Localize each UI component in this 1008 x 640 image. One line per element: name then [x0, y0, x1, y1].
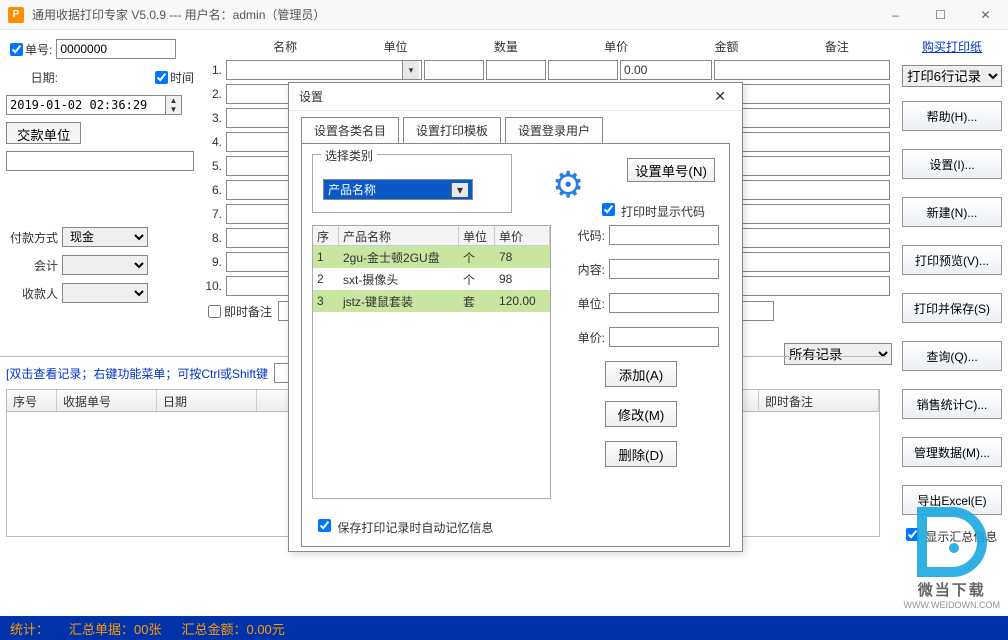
product-table[interactable]: 序 产品名称 单位 单价 12gu-金士顿2GU盘个782sxt-摄像头个983…	[312, 225, 551, 499]
settings-dialog: 设置 ✕ 设置各类名目 设置打印模板 设置登录用户 选择类别 产品名称 ⚙ 设置…	[288, 82, 743, 552]
category-legend: 选择类别	[321, 147, 377, 164]
show-summary-checkbox[interactable]	[906, 528, 919, 541]
rec-col-num: 收据单号	[57, 390, 157, 411]
status-label: 统计：	[10, 619, 49, 638]
category-select[interactable]: 产品名称	[323, 179, 473, 200]
buy-paper-link[interactable]: 购买打印纸	[902, 38, 1002, 55]
save-memory-checkbox[interactable]	[318, 519, 331, 532]
content-input[interactable]	[609, 259, 719, 279]
number-label: 单号:	[25, 41, 52, 58]
col-note: 备注	[782, 38, 892, 55]
pay-method-select[interactable]: 现金	[62, 227, 148, 247]
payee-label: 收款人	[6, 285, 58, 302]
help-button[interactable]: 帮助(H)...	[902, 101, 1002, 131]
title: 通用收据打印专家 V5.0.9 --- 用户名：admin（管理员）	[32, 6, 325, 23]
right-panel: 购买打印纸 打印6行记录 帮助(H)... 设置(I)... 新建(N)... …	[896, 30, 1008, 578]
product-row[interactable]: 12gu-金士顿2GU盘个78	[313, 246, 550, 268]
col-amount: 金额	[671, 38, 781, 55]
app-icon: P	[8, 7, 24, 23]
query-button[interactable]: 查询(Q)...	[902, 341, 1002, 371]
unit-input[interactable]	[424, 60, 484, 80]
pt-col-name: 产品名称	[339, 226, 459, 245]
content-label: 内容:	[565, 261, 605, 278]
titlebar: P 通用收据打印专家 V5.0.9 --- 用户名：admin（管理员） – ☐…	[0, 0, 1008, 30]
status-bar: 统计： 汇总单据：00张 汇总金额：0.00元	[0, 616, 1008, 640]
unit-input[interactable]	[609, 293, 719, 313]
grid-header: 名称 单位 数量 单价 金额 备注	[204, 38, 892, 55]
pay-method-label: 付款方式	[6, 229, 58, 246]
tab-items[interactable]: 设置各类名目	[301, 117, 399, 143]
price-label: 单价:	[565, 329, 605, 346]
dialog-title: 设置	[299, 88, 323, 105]
dialog-close-icon[interactable]: ✕	[708, 86, 732, 107]
time-label: 时间	[170, 69, 194, 86]
delete-button[interactable]: 删除(D)	[605, 441, 677, 467]
pt-col-seq: 序	[313, 226, 339, 245]
maximize-icon[interactable]: ☐	[918, 0, 963, 30]
gear-icon: ⚙	[552, 164, 584, 206]
note-input[interactable]	[714, 60, 890, 80]
product-row[interactable]: 3jstz-键鼠套装套120.00	[313, 290, 550, 312]
name-combo[interactable]	[226, 60, 422, 80]
add-button[interactable]: 添加(A)	[605, 361, 677, 387]
rec-col-date: 日期	[157, 390, 257, 411]
set-number-button[interactable]: 设置单号(N)	[627, 158, 715, 182]
payer-input[interactable]	[6, 151, 194, 171]
minimize-icon[interactable]: –	[873, 0, 918, 30]
accountant-select[interactable]	[62, 255, 148, 275]
instant-note-checkbox[interactable]	[208, 305, 221, 318]
price-input[interactable]	[548, 60, 618, 80]
payer-button[interactable]: 交款单位	[6, 122, 81, 144]
pt-col-unit: 单位	[459, 226, 495, 245]
status-amount: 汇总金额：0.00元	[181, 619, 284, 638]
print-save-button[interactable]: 打印并保存(S)	[902, 293, 1002, 323]
export-excel-button[interactable]: 导出Excel(E)	[902, 485, 1002, 515]
number-input[interactable]	[56, 39, 176, 59]
date-spinner[interactable]: ▲▼	[166, 95, 182, 115]
payee-select[interactable]	[62, 283, 148, 303]
manage-data-button[interactable]: 管理数据(M)...	[902, 437, 1002, 467]
time-checkbox[interactable]	[155, 71, 168, 84]
show-code-checkbox[interactable]	[602, 203, 615, 216]
col-name: 名称	[230, 38, 340, 55]
modify-button[interactable]: 修改(M)	[605, 401, 677, 427]
save-memory-label: 保存打印记录时自动记忆信息	[337, 521, 493, 535]
code-input[interactable]	[609, 225, 719, 245]
qty-input[interactable]	[486, 60, 546, 80]
show-code-label: 打印时显示代码	[621, 205, 705, 219]
price-input[interactable]	[609, 327, 719, 347]
pt-col-price: 单价	[495, 226, 550, 245]
rec-col-note: 即时备注	[759, 390, 879, 411]
date-input[interactable]	[6, 95, 166, 115]
show-summary-label: 显示汇总信息	[925, 530, 997, 544]
new-button[interactable]: 新建(N)...	[902, 197, 1002, 227]
code-label: 代码:	[565, 227, 605, 244]
grid-row: 1. 0.00	[204, 59, 892, 81]
accountant-label: 会计	[6, 257, 58, 274]
rec-col-seq: 序号	[7, 390, 57, 411]
col-price: 单价	[561, 38, 671, 55]
unit-label: 单位:	[565, 295, 605, 312]
number-checkbox[interactable]	[10, 43, 23, 56]
col-qty: 数量	[451, 38, 561, 55]
preview-button[interactable]: 打印预览(V)...	[902, 245, 1002, 275]
col-unit: 单位	[340, 38, 450, 55]
window-controls: – ☐ ✕	[873, 0, 1008, 30]
tab-users[interactable]: 设置登录用户	[505, 117, 603, 143]
product-row[interactable]: 2sxt-摄像头个98	[313, 268, 550, 290]
status-count: 汇总单据：00张	[69, 619, 161, 638]
print-lines-select[interactable]: 打印6行记录	[902, 65, 1002, 87]
date-label: 日期:	[6, 69, 58, 86]
close-icon[interactable]: ✕	[963, 0, 1008, 30]
instant-note-label: 即时备注	[224, 303, 272, 320]
settings-button[interactable]: 设置(I)...	[902, 149, 1002, 179]
tab-template[interactable]: 设置打印模板	[403, 117, 501, 143]
amount-cell: 0.00	[620, 60, 712, 80]
sales-button[interactable]: 销售统计C)...	[902, 389, 1002, 419]
